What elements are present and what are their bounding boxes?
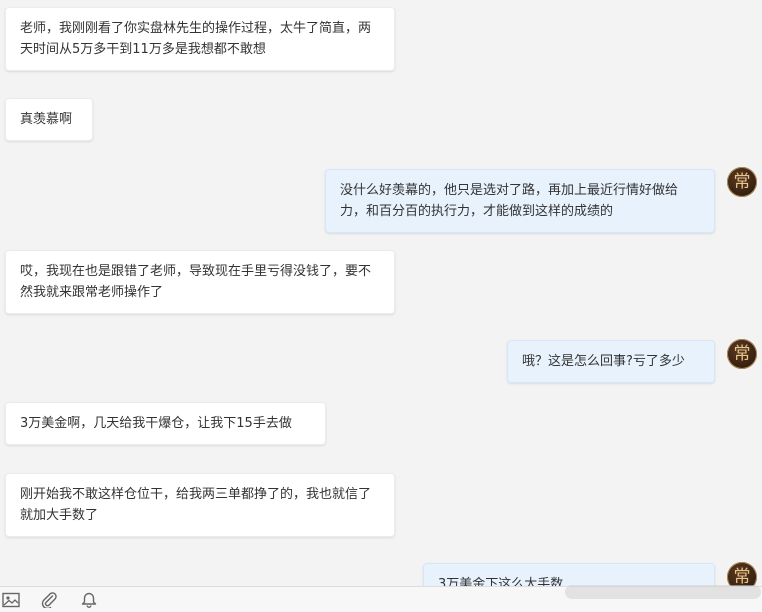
agent-avatar-icon[interactable]: 常 bbox=[727, 562, 757, 586]
chat-message-sent: 没什么好羡幕的，他只是选对了路，再加上最近行情好做给力，和百分百的执行力，才能做… bbox=[325, 169, 715, 233]
agent-avatar-icon[interactable]: 常 bbox=[727, 167, 757, 197]
watermark-overlay bbox=[565, 585, 761, 599]
bell-icon[interactable] bbox=[80, 592, 98, 608]
image-icon[interactable] bbox=[2, 592, 20, 608]
agent-avatar-icon[interactable]: 常 bbox=[727, 339, 757, 369]
chat-message-received: 刚开始我不敢这样仓位干，给我两三单都挣了的，我也就信了就加大手数了 bbox=[5, 473, 395, 537]
chat-message-area: 老师，我刚刚看了你实盘林先生的操作过程，太牛了简直，两天时间从5万多干到11万多… bbox=[0, 0, 762, 586]
chat-message-received: 老师，我刚刚看了你实盘林先生的操作过程，太牛了简直，两天时间从5万多干到11万多… bbox=[5, 7, 395, 71]
chat-message-received: 3万美金啊，几天给我干爆仓，让我下15手去做 bbox=[5, 402, 326, 445]
chat-message-sent: 3万美金下这么大手数 bbox=[423, 563, 715, 586]
chat-message-received: 真羡慕啊 bbox=[5, 98, 93, 141]
chat-message-received: 哎，我现在也是跟错了老师，导致现在手里亏得没钱了，要不然我就来跟常老师操作了 bbox=[5, 250, 395, 314]
attachment-icon[interactable] bbox=[40, 592, 58, 610]
chat-message-sent: 哦？这是怎么回事?亏了多少 bbox=[507, 340, 715, 383]
